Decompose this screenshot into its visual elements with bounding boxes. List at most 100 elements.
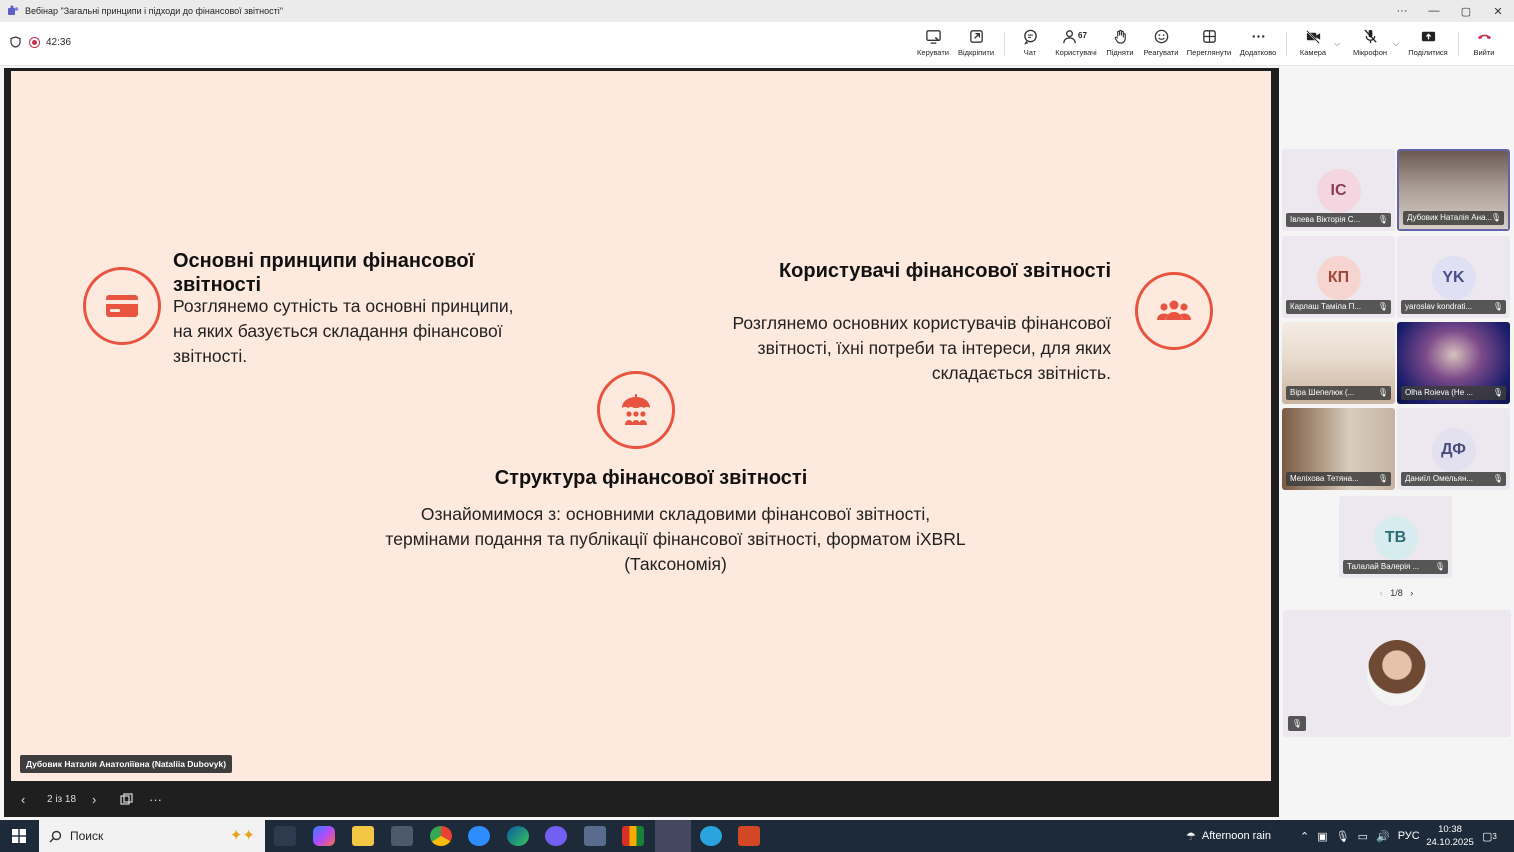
principles-heading: Основні принципи фінансової звітності bbox=[173, 250, 475, 296]
teams-icon bbox=[8, 5, 19, 15]
participant-tile-1[interactable]: Дубовик Наталія Ана... 🎙 bbox=[1397, 149, 1510, 231]
edge-icon[interactable] bbox=[507, 826, 529, 846]
microphone-button[interactable]: Мікрофон bbox=[1348, 26, 1392, 62]
mic-off-icon: 🎙 bbox=[1377, 388, 1388, 397]
camera-off-icon bbox=[1305, 30, 1320, 44]
network-icon[interactable]: ▭ bbox=[1358, 830, 1368, 843]
app-icon[interactable] bbox=[584, 826, 606, 846]
umbrella-people-icon bbox=[622, 394, 650, 425]
task-view-icon[interactable] bbox=[274, 826, 296, 846]
chevron-up-icon[interactable]: ⌃ bbox=[1300, 830, 1309, 843]
participant-tile-0[interactable]: ІС Івлева Вікторія С... 🎙 bbox=[1282, 149, 1395, 231]
users-icon-circle bbox=[1135, 272, 1213, 350]
unpin-button[interactable]: Відкріпити bbox=[954, 26, 998, 62]
powerpoint-icon[interactable] bbox=[738, 826, 760, 846]
manage-button[interactable]: Керувати bbox=[914, 26, 952, 62]
participants-button[interactable]: 67 Користувачі bbox=[1052, 26, 1100, 62]
view-button[interactable]: Переглянути bbox=[1184, 26, 1234, 62]
participant-tile-7[interactable]: ДФ Даниїл Омельян... 🎙 bbox=[1397, 408, 1510, 490]
presentation-slide: Основні принципи фінансової звітності Ро… bbox=[11, 71, 1271, 781]
participant-tile-3[interactable]: YK yaroslav kondrati... 🎙 bbox=[1397, 236, 1510, 318]
meeting-toolbar: 42:36 Керувати Відкріпити Чат 67 Користу… bbox=[0, 22, 1514, 66]
notifications-button[interactable]: ▢ 3 bbox=[1482, 820, 1497, 852]
pager-indicator: 1/8 bbox=[1390, 588, 1403, 598]
pager-prev-chevron-icon[interactable]: ‹ bbox=[1380, 588, 1383, 598]
mic-off-icon: 🎙 bbox=[1377, 474, 1388, 483]
more-dots-icon bbox=[1252, 35, 1264, 38]
close-window-button[interactable]: ✕ bbox=[1482, 5, 1514, 18]
next-slide-chevron-icon[interactable]: › bbox=[92, 792, 96, 807]
more-options-button[interactable]: ··· bbox=[1386, 5, 1418, 17]
umbrella-icon: ☂ bbox=[1186, 830, 1196, 843]
share-button[interactable]: Поділитися bbox=[1404, 26, 1452, 62]
chat-icon bbox=[1023, 29, 1037, 45]
structure-icon-circle bbox=[597, 371, 675, 449]
microphone-options-chevron-icon[interactable]: ⌵ bbox=[1393, 39, 1399, 49]
language-indicator[interactable]: РУС bbox=[1398, 830, 1420, 842]
copilot-icon[interactable] bbox=[313, 826, 335, 846]
clock-time: 10:38 bbox=[1438, 824, 1462, 835]
calculator-icon[interactable] bbox=[391, 826, 413, 846]
viber-icon[interactable] bbox=[545, 826, 567, 846]
principles-icon-circle bbox=[83, 267, 161, 345]
meeting-status: 42:36 bbox=[10, 36, 71, 48]
search-placeholder: Поиск bbox=[70, 829, 104, 843]
leave-button[interactable]: Вийти bbox=[1466, 26, 1502, 62]
file-explorer-icon[interactable] bbox=[352, 826, 374, 846]
taskbar-clock[interactable]: 10:38 24.10.2025 bbox=[1420, 823, 1480, 849]
teams-taskbar-icon[interactable] bbox=[655, 820, 691, 852]
slide-page-indicator: 2 із 18 bbox=[47, 793, 77, 805]
share-screen-icon bbox=[1421, 31, 1435, 42]
zoom-icon[interactable] bbox=[468, 826, 490, 846]
taskbar-search-box[interactable]: Поиск ✦✦ bbox=[39, 820, 265, 852]
mic-off-icon: 🎙 bbox=[1377, 215, 1388, 224]
maximize-button[interactable]: ▢ bbox=[1450, 5, 1482, 18]
window-titlebar: Вебінар "Загальні принципи і підходи до … bbox=[0, 0, 1514, 22]
hand-icon bbox=[1114, 29, 1126, 44]
microphone-off-icon bbox=[1363, 29, 1377, 44]
principles-text: Розглянемо сутність та основні принципи,… bbox=[173, 296, 514, 366]
raise-hand-button[interactable]: Підняти bbox=[1104, 26, 1136, 62]
slide-more-options-icon[interactable]: ··· bbox=[149, 792, 162, 807]
winrar-icon[interactable] bbox=[622, 826, 644, 846]
popout-icon bbox=[969, 30, 983, 43]
search-icon bbox=[49, 830, 62, 842]
react-button[interactable]: Реагувати bbox=[1142, 26, 1180, 62]
structure-heading: Структура фінансової звітності bbox=[494, 467, 808, 489]
camera-options-chevron-icon[interactable]: ⌵ bbox=[1334, 39, 1340, 49]
weather-widget[interactable]: ☂ Afternoon rain bbox=[1186, 820, 1271, 852]
participant-tile-6[interactable]: Меліхова Тетяна... 🎙 bbox=[1282, 408, 1395, 490]
participants-pager: ‹ 1/8 › bbox=[1279, 588, 1514, 598]
participant-name: Івлева Вікторія С... bbox=[1290, 215, 1361, 224]
participant-tile-8[interactable]: ТВ Талалай Валерія ... 🎙 bbox=[1339, 496, 1452, 578]
shared-content-stage: Основні принципи фінансової звітності Ро… bbox=[4, 68, 1279, 817]
participant-tile-5[interactable]: Olha Roieva (Не ... 🎙 bbox=[1397, 322, 1510, 404]
pager-next-chevron-icon[interactable]: › bbox=[1410, 588, 1413, 598]
teams-tray-icon[interactable]: ▣ bbox=[1317, 830, 1327, 843]
users-heading: Користувачі фінансової звітності bbox=[778, 260, 1111, 282]
telegram-icon[interactable] bbox=[700, 826, 722, 846]
chat-button[interactable]: Чат bbox=[1014, 26, 1046, 62]
windows-start-icon[interactable] bbox=[12, 829, 26, 843]
slide-overview-icon[interactable] bbox=[120, 793, 133, 806]
mic-off-icon: 🎙 bbox=[1288, 716, 1306, 731]
participant-tile-2[interactable]: КП Карлаш Таміла П... 🎙 bbox=[1282, 236, 1395, 318]
previous-slide-chevron-icon[interactable]: ‹ bbox=[21, 792, 25, 807]
mic-off-icon: 🎙 bbox=[1492, 302, 1503, 311]
minimize-button[interactable]: — bbox=[1418, 5, 1450, 17]
smiley-icon bbox=[1154, 29, 1168, 44]
chrome-icon[interactable] bbox=[430, 826, 452, 846]
camera-button[interactable]: Камера bbox=[1294, 26, 1332, 62]
more-button[interactable]: Додатково bbox=[1236, 26, 1280, 62]
self-view-tile[interactable]: 🎙 bbox=[1283, 610, 1511, 737]
volume-icon[interactable]: 🔊 bbox=[1376, 830, 1390, 843]
participant-tile-4[interactable]: Віра Шепелюк (... 🎙 bbox=[1282, 322, 1395, 404]
microphone-tray-icon[interactable]: 🎙 bbox=[1336, 830, 1350, 843]
mic-off-icon: 🎙 bbox=[1490, 213, 1501, 222]
system-tray: ⌃ ▣ 🎙 ▭ 🔊 РУС bbox=[1300, 820, 1420, 852]
participant-name: Дубовик Наталія Ана... bbox=[1407, 213, 1493, 222]
hang-up-icon bbox=[1477, 34, 1491, 40]
participant-avatar: КП bbox=[1316, 256, 1361, 300]
notification-icon: ▢ bbox=[1482, 830, 1493, 843]
participant-avatar: ІС bbox=[1316, 169, 1361, 213]
